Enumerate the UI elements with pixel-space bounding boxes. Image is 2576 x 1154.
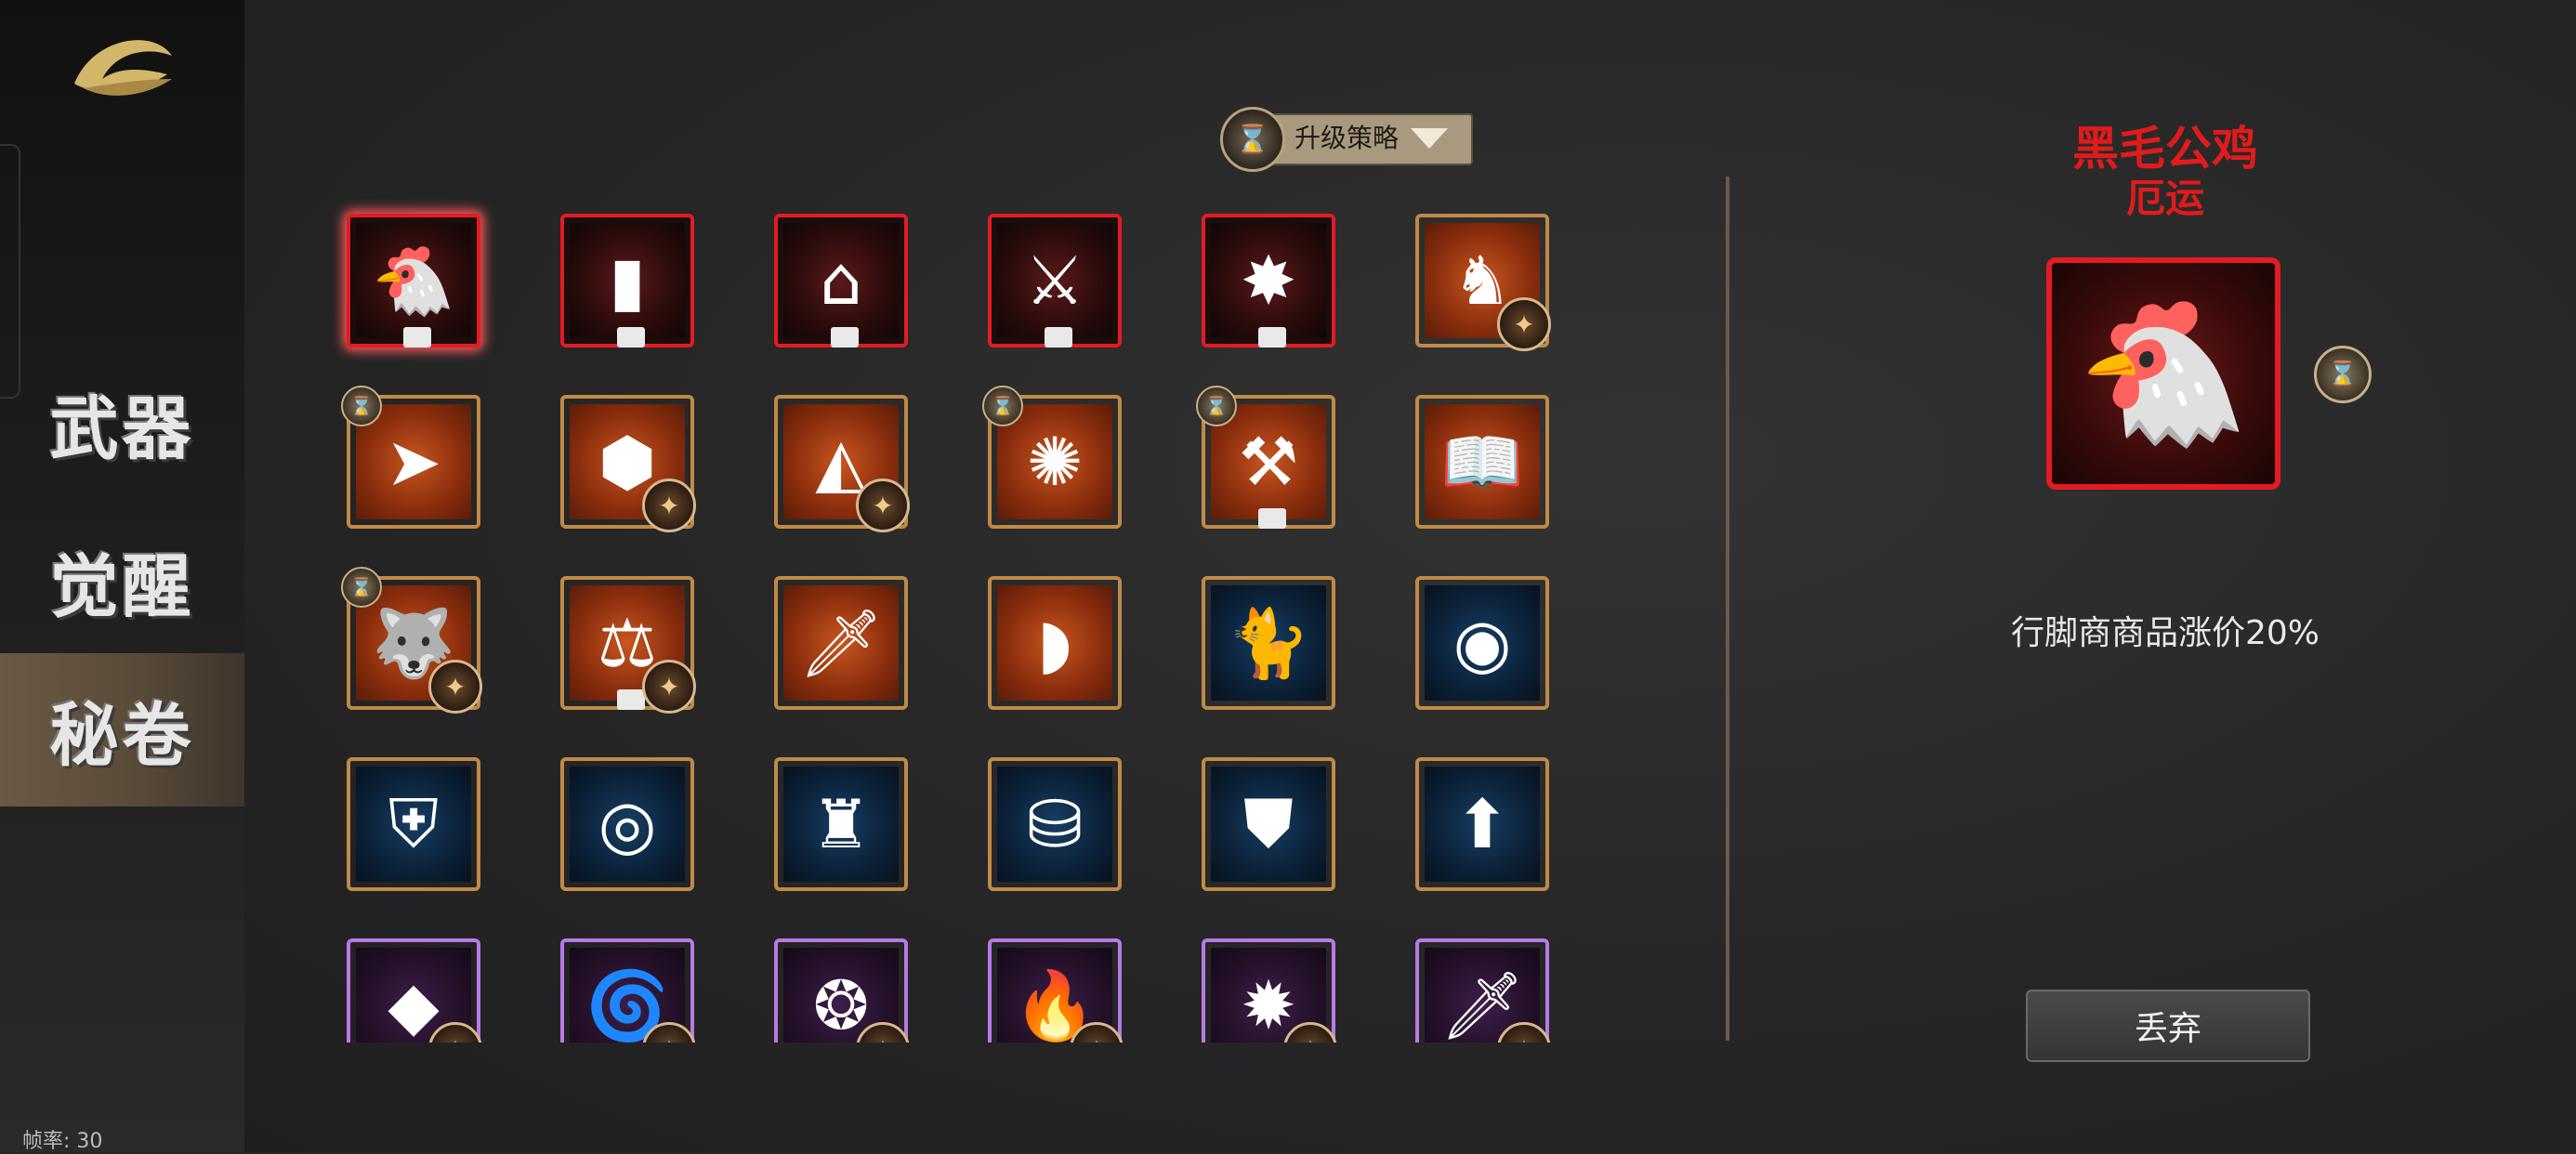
upgrade-strategy-dropdown[interactable]: ⌛ 升级策略	[1220, 107, 1473, 172]
sidebar-item-weapons[interactable]: 武器	[0, 348, 244, 497]
panel-divider	[1726, 177, 1729, 1041]
item-category: 厄运	[2125, 176, 2204, 221]
rooster-icon: 🐔	[356, 223, 471, 338]
lock-icon	[403, 327, 431, 348]
game-logo-icon	[74, 40, 172, 96]
item-description: 行脚商商品涨价20%	[2010, 614, 2320, 652]
item-slot[interactable]: ⚔	[988, 214, 1122, 348]
upgrade-icon: ⌛	[341, 386, 382, 426]
slipper-icon: ⌂	[783, 223, 899, 338]
dropdown-label: 升级策略	[1295, 123, 1400, 153]
sidebar: 武器 觉醒 秘卷 帧率: 30	[0, 0, 244, 1153]
spellbook-icon: 📖	[1425, 404, 1540, 519]
item-slot[interactable]: 🗡	[774, 576, 908, 710]
blue-cat-icon: 🐈	[1211, 585, 1326, 701]
item-slot[interactable]: ➤ ⌛	[341, 386, 480, 529]
sidebar-item-label: 秘卷	[49, 696, 195, 776]
item-slot[interactable]: ◆✦	[347, 938, 482, 1043]
item-slot[interactable]: 🌀✦	[560, 938, 696, 1043]
item-slot[interactable]: ✹✦	[1202, 938, 1337, 1043]
upgrade-scroll-icon: ⌛	[1220, 107, 1285, 172]
selected-item-icon: 🐔	[2046, 257, 2280, 490]
rune-badge-icon: ✦	[642, 479, 696, 532]
item-slot[interactable]: ⚒ ⌛	[1196, 386, 1335, 529]
item-slot[interactable]: ▮	[560, 214, 694, 348]
broken-sword-icon: ⚔	[997, 223, 1112, 338]
upgrade-icon: ⌛	[341, 567, 382, 608]
red-orb-icon: ◉	[1425, 585, 1540, 701]
item-slot[interactable]: ⛊	[1202, 757, 1335, 891]
item-slot[interactable]: 🔥✦	[988, 938, 1124, 1043]
rooster-icon: 🐔	[2076, 293, 2251, 454]
rune-badge-icon: ✦	[1497, 297, 1551, 351]
fps-counter: 帧率: 30	[22, 1130, 103, 1153]
item-slot[interactable]: ⬆	[1415, 757, 1549, 891]
item-slot[interactable]: 🐺 ✦ ⌛	[341, 567, 482, 714]
item-slot[interactable]: ◗	[988, 576, 1122, 710]
item-slot[interactable]: ✺ ⌛	[982, 386, 1122, 529]
rune-badge-icon: ✦	[428, 660, 482, 714]
sidebar-item-awakening[interactable]: 觉醒	[0, 506, 244, 655]
blue-spiral-icon: ◎	[570, 767, 685, 882]
lock-icon	[1045, 327, 1072, 348]
rune-badge-icon: ✦	[856, 479, 910, 532]
lock-icon	[617, 327, 645, 348]
discard-button[interactable]: 丢弃	[2026, 990, 2310, 1062]
item-grid[interactable]: 🐔▮⌂⚔✸♞✦➤⌛⬢✦◭✦✺⌛⚒⌛📖🐺✦⌛⚖✦🗡◗🐈◉⛨◎♜⛁⛊⬆◆✦🌀✦❂✦🔥…	[330, 195, 1566, 1043]
item-slot[interactable]: ⬢ ✦	[560, 395, 696, 532]
coin-stack-icon: ⛁	[997, 767, 1112, 882]
red-sword-icon: 🗡	[783, 585, 899, 701]
sidebar-item-scrolls[interactable]: 秘卷	[0, 653, 244, 806]
lock-icon	[1258, 508, 1286, 529]
sidebar-item-label: 觉醒	[49, 546, 195, 627]
item-slot[interactable]: ◭ ✦	[774, 395, 910, 532]
item-slot[interactable]: ❂✦	[774, 938, 910, 1043]
arrow-up-icon: ⬆	[1425, 767, 1540, 882]
item-slot[interactable]: 🐈	[1202, 576, 1335, 710]
item-slot[interactable]: ♞ ✦	[1415, 214, 1551, 351]
item-slot[interactable]: 🐔	[347, 214, 480, 348]
item-slot[interactable]: ♜	[774, 757, 908, 891]
item-slot[interactable]: ◎	[560, 757, 694, 891]
sidebar-item-label: 武器	[49, 388, 195, 469]
blue-shield-icon: ⛨	[356, 767, 471, 882]
blue-armor-icon: ⛊	[1211, 767, 1326, 882]
item-slot[interactable]: ◉	[1415, 576, 1549, 710]
chevron-down-icon	[1411, 128, 1448, 149]
item-slot[interactable]: ✸	[1202, 214, 1335, 348]
crushed-coin-icon: ✸	[1211, 223, 1326, 338]
upgrade-icon[interactable]: ⌛	[2314, 346, 2372, 403]
upgrade-icon: ⌛	[982, 386, 1023, 426]
lock-icon	[1258, 327, 1286, 348]
item-slot[interactable]: 📖	[1415, 395, 1549, 529]
item-slot[interactable]: ⛁	[988, 757, 1122, 891]
rock-head-icon: ◗	[997, 585, 1112, 701]
item-slot[interactable]: ⛨	[347, 757, 480, 891]
rune-badge-icon: ✦	[642, 660, 696, 714]
lock-icon	[831, 327, 859, 348]
item-slot[interactable]: 🗡✦	[1415, 938, 1551, 1043]
lock-icon	[617, 689, 645, 710]
item-slot[interactable]: ⌂	[774, 214, 908, 348]
paper-bag-icon: ▮	[570, 223, 685, 338]
blue-cup-icon: ♜	[783, 767, 899, 882]
item-slot[interactable]: ⚖ ✦	[560, 576, 696, 714]
upgrade-icon: ⌛	[1196, 386, 1237, 426]
